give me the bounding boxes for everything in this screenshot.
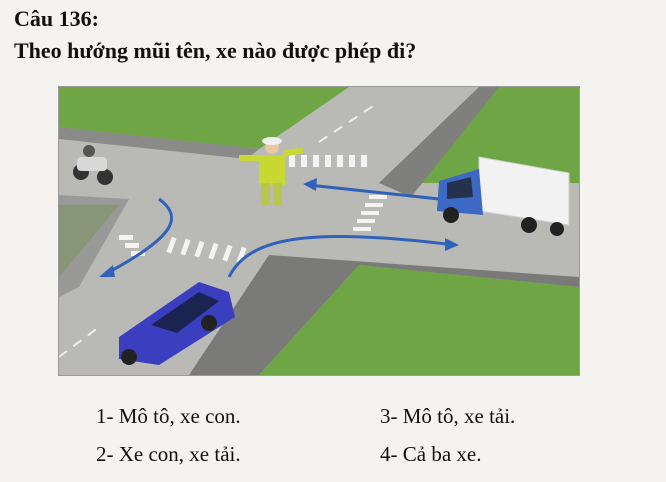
question-number: Câu 136: (14, 6, 99, 31)
answer-option-2[interactable]: 2- Xe con, xe tải. (96, 442, 241, 467)
answer-option-3[interactable]: 3- Mô tô, xe tải. (380, 404, 515, 429)
question-text: Theo hướng mũi tên, xe nào được phép đi? (14, 38, 417, 63)
answer-option-1[interactable]: 1- Mô tô, xe con. (96, 404, 241, 429)
intersection-illustration (58, 86, 580, 376)
answer-option-4[interactable]: 4- Cả ba xe. (380, 442, 481, 467)
